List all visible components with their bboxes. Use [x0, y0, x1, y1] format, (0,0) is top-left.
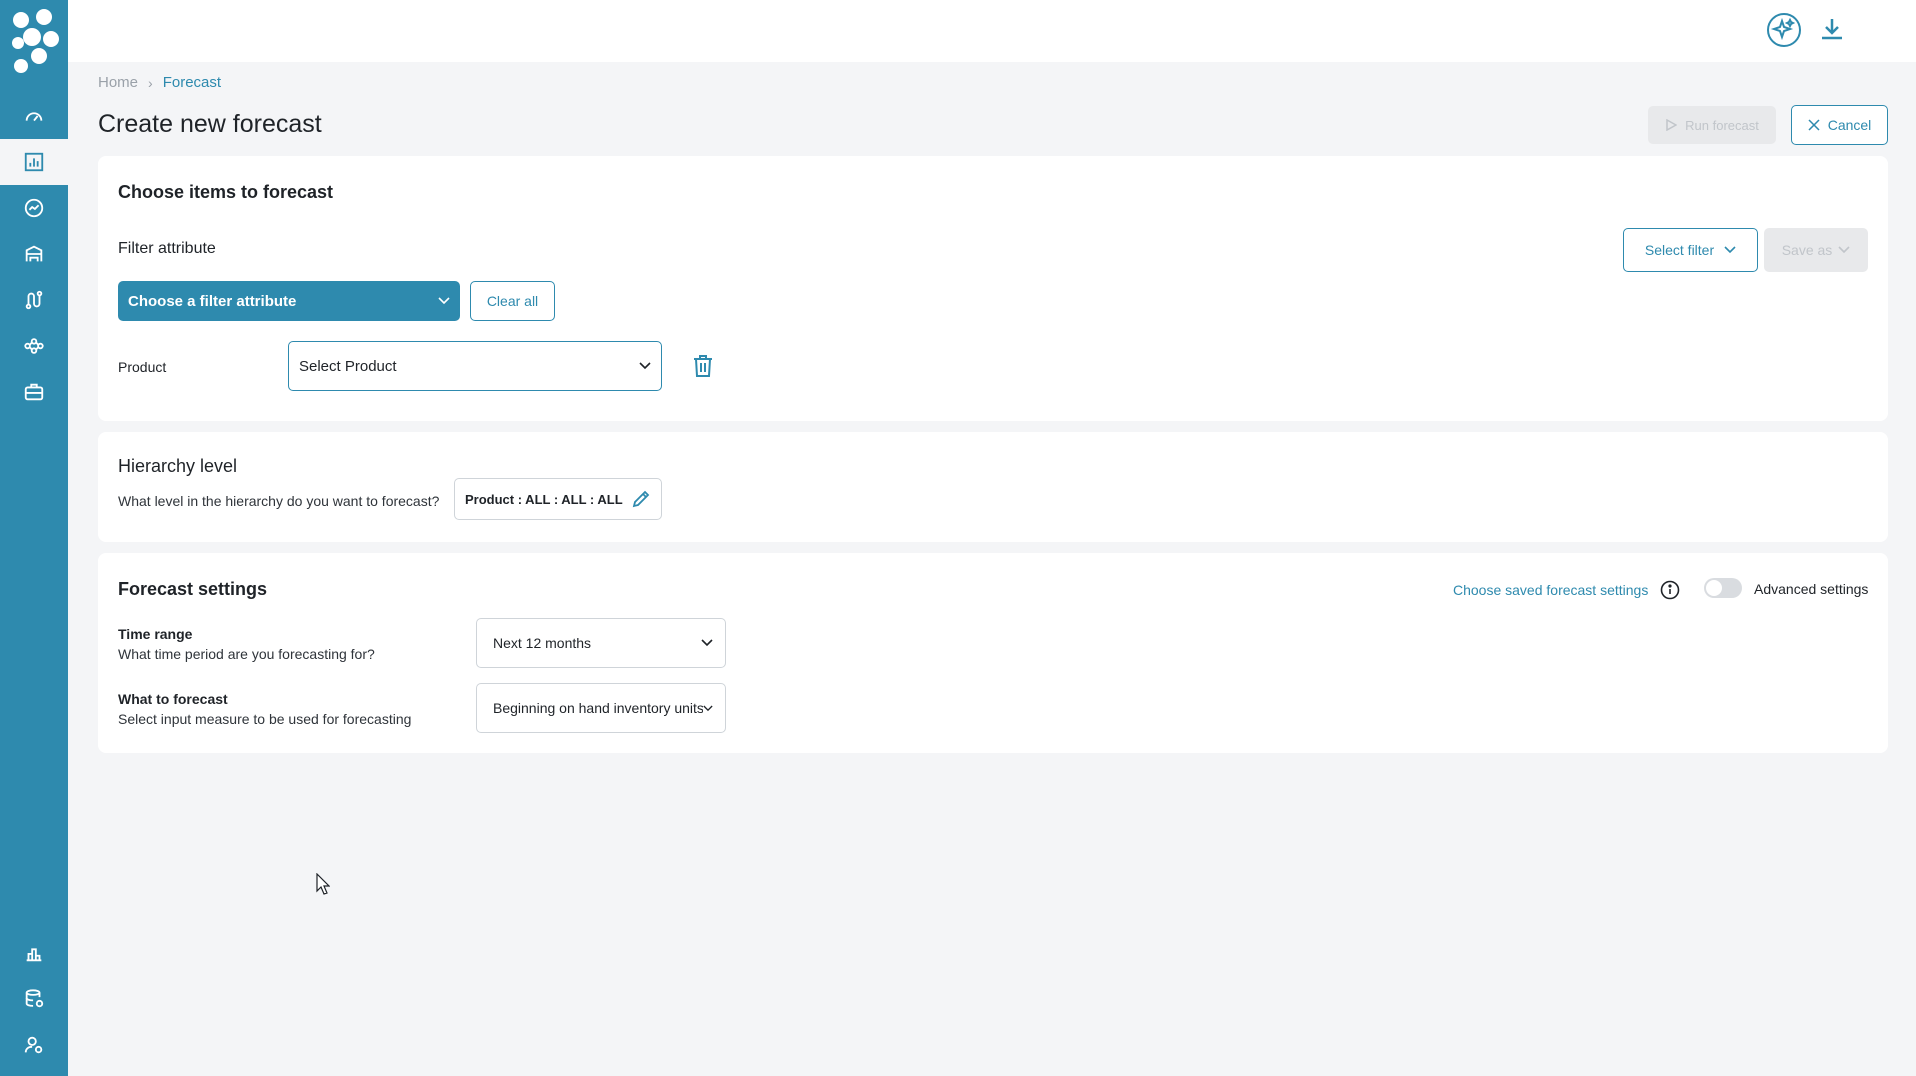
hierarchy-level-field[interactable]: Product : ALL : ALL : ALL [454, 478, 662, 520]
select-filter-button[interactable]: Select filter [1623, 228, 1758, 272]
trash-icon[interactable] [692, 354, 714, 378]
product-label: Product [118, 359, 167, 375]
run-forecast-button[interactable]: Run forecast [1648, 106, 1776, 144]
chevron-down-icon [438, 297, 450, 305]
sidebar-item-user-settings[interactable] [0, 1022, 68, 1068]
save-as-button[interactable]: Save as [1764, 228, 1868, 272]
briefcase-icon [24, 383, 44, 401]
what-to-forecast-select[interactable]: Beginning on hand inventory units [476, 683, 726, 733]
toggle-knob [1706, 580, 1722, 596]
product-select-value: Select Product [299, 357, 397, 375]
network-icon [24, 338, 44, 354]
ai-assistant-button[interactable] [1765, 11, 1803, 49]
forecast-settings-title: Forecast settings [118, 579, 268, 599]
product-select[interactable]: Select Product [288, 341, 662, 391]
time-range-select[interactable]: Next 12 months [476, 618, 726, 668]
page-title: Create new forecast [98, 110, 322, 138]
run-forecast-label: Run forecast [1685, 117, 1759, 133]
play-icon [1666, 119, 1678, 131]
choose-saved-settings-link[interactable]: Choose saved forecast settings [1453, 580, 1680, 600]
hierarchy-card: Hierarchy level What level in the hierar… [98, 432, 1888, 542]
advanced-settings-label: Advanced settings [1754, 581, 1869, 597]
chevron-down-icon [701, 639, 713, 647]
choose-filter-label: Choose a filter attribute [128, 292, 297, 310]
chevron-down-icon [703, 705, 713, 711]
choose-items-title: Choose items to forecast [118, 182, 334, 202]
inventory-icon [25, 245, 43, 262]
forecast-chart-icon [24, 152, 44, 172]
what-to-forecast-desc: Select input measure to be used for fore… [118, 711, 412, 727]
sidebar-item-inventory[interactable] [0, 231, 68, 277]
dashboard-icon [25, 112, 43, 122]
time-range-desc: What time period are you forecasting for… [118, 646, 375, 662]
sidebar-item-briefcase[interactable] [0, 369, 68, 415]
hierarchy-question: What level in the hierarchy do you want … [118, 493, 440, 509]
forecast-settings-card: Forecast settings Choose saved forecast … [98, 553, 1888, 753]
select-filter-label: Select filter [1644, 242, 1715, 258]
sidebar-item-network[interactable] [0, 323, 68, 369]
top-bar: R [68, 0, 1916, 62]
time-range-value: Next 12 months [493, 635, 592, 651]
download-icon [1822, 19, 1842, 40]
breadcrumb: Home › Forecast [98, 74, 221, 91]
choose-items-card: Choose items to forecast Filter attribut… [98, 156, 1888, 421]
what-to-forecast-label: What to forecast [118, 691, 228, 707]
chevron-down-icon [639, 362, 651, 370]
chevron-right-icon: › [148, 74, 153, 91]
choose-filter-attribute-dropdown[interactable]: Choose a filter attribute [118, 281, 460, 321]
analytics-icon [24, 198, 44, 218]
clear-all-button[interactable]: Clear all [470, 281, 555, 321]
sidebar-item-reports[interactable] [0, 930, 68, 976]
sidebar-item-dashboard[interactable] [0, 93, 68, 139]
sidebar-item-routing[interactable] [0, 277, 68, 323]
ai-sparkle-icon [1767, 13, 1801, 47]
sidebar-item-database-settings[interactable] [0, 976, 68, 1022]
cancel-button[interactable]: Cancel [1791, 105, 1888, 145]
filter-attribute-label: Filter attribute [118, 240, 216, 257]
time-range-label: Time range [118, 626, 193, 642]
pencil-icon[interactable] [631, 489, 651, 509]
info-icon[interactable] [1660, 580, 1680, 600]
user-settings-icon [24, 1036, 43, 1054]
company-logo-icon[interactable] [8, 6, 62, 74]
download-button[interactable] [1813, 11, 1851, 49]
sidebar-item-forecast[interactable] [0, 139, 68, 185]
hierarchy-level-value: Product : ALL : ALL : ALL [465, 491, 623, 507]
what-to-forecast-value: Beginning on hand inventory units [493, 700, 704, 716]
hierarchy-title: Hierarchy level [118, 456, 238, 476]
chevron-down-icon [1724, 246, 1736, 254]
close-icon [1808, 119, 1820, 131]
routing-icon [25, 290, 43, 310]
breadcrumb-current[interactable]: Forecast [163, 74, 221, 91]
saved-settings-label: Choose saved forecast settings [1453, 582, 1649, 598]
cancel-label: Cancel [1827, 117, 1872, 133]
sidebar-item-analytics[interactable] [0, 185, 68, 231]
mouse-cursor-icon [316, 873, 330, 895]
breadcrumb-home[interactable]: Home [98, 74, 138, 91]
sidebar [0, 0, 68, 1076]
advanced-settings-toggle[interactable] [1704, 578, 1742, 598]
save-as-label: Save as [1781, 242, 1833, 258]
chevron-down-icon [1838, 246, 1850, 254]
database-settings-icon [25, 989, 44, 1008]
reports-icon [26, 948, 42, 962]
